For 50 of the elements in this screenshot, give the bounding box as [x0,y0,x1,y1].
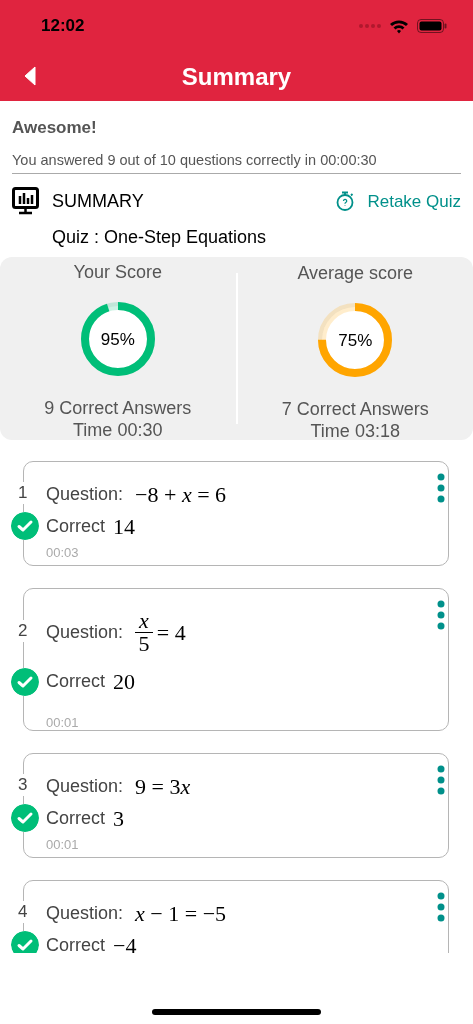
chart-monitor-icon [12,187,39,216]
retake-quiz-button[interactable]: Retake Quiz [336,188,461,214]
page-title: Summary [181,61,292,92]
signal-icon [359,24,381,28]
question-label: Question: [46,901,124,925]
equation: = 4 [156,618,186,647]
question-number: 1 [17,482,29,505]
equation: x − 1 = −5 [135,899,227,928]
more-options-icon[interactable] [437,600,445,631]
fraction-denominator: 5 [138,632,150,655]
result-heading: Awesome! [12,117,98,139]
question-number: 3 [17,774,29,797]
section-title: SUMMARY [52,189,144,213]
question-label: Question: [46,774,124,798]
back-icon[interactable] [23,66,37,86]
status-time: 12:02 [41,15,85,38]
result-label: Correct [46,669,105,693]
score-title: Your Score [73,261,162,285]
stopwatch-icon [336,191,355,212]
score-time: Time 03:18 [310,420,400,443]
answer: −4 [113,931,137,954]
more-options-icon[interactable] [437,892,445,923]
question-label: Question: [46,482,124,506]
question-number: 4 [17,901,29,924]
correct-answers: 9 Correct Answers [44,397,192,420]
answer: 14 [113,512,135,541]
result-label: Correct [46,933,105,954]
question-number: 2 [17,620,29,643]
score-title: Average score [297,262,414,286]
result-message: You answered 9 out of 10 questions correctly in 00:00:30 [12,149,461,175]
score-time: Time 00:30 [73,419,163,442]
question-time: 00:01 [46,836,80,855]
question-label: Question: [46,620,124,644]
answer: 20 [113,667,135,696]
score-percent: 75% [338,329,373,352]
result-label: Correct [46,514,105,538]
result-label: Correct [46,806,105,830]
equation: −8 + x = 6 [135,480,227,509]
wifi-icon [389,18,409,34]
battery-icon [417,19,447,33]
fraction-numerator: x [135,609,153,633]
quiz-title: Quiz : One-Step Equations [51,226,268,250]
question-time: 00:01 [46,714,80,733]
score-percent: 95% [100,328,135,351]
question-time: 00:03 [46,544,80,563]
correct-answers: 7 Correct Answers [281,398,429,421]
more-options-icon[interactable] [437,473,445,504]
equation: 9 = 3x [135,772,191,801]
answer: 3 [113,804,124,833]
more-options-icon[interactable] [437,765,445,796]
